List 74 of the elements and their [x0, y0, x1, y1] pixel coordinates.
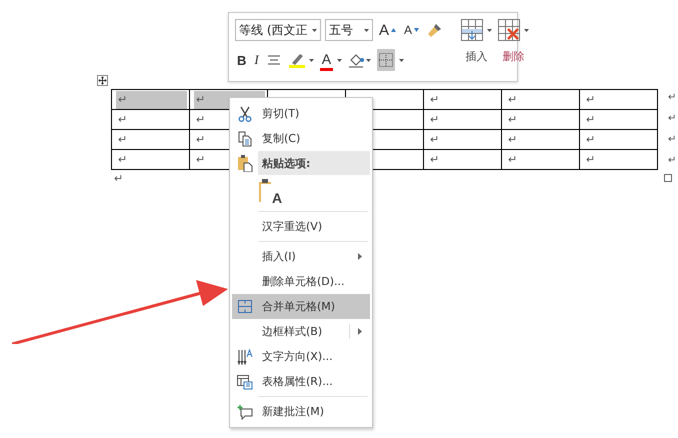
cell-end-mark: ↵	[585, 153, 596, 166]
caret-icon	[399, 58, 404, 62]
new-comment-icon	[237, 404, 253, 420]
cell-end-mark: ↵	[117, 113, 128, 126]
caret-icon	[487, 28, 492, 32]
up-triangle-icon	[391, 28, 396, 32]
menu-item[interactable]: 复制(C)	[232, 126, 370, 151]
insert-table-button[interactable]: 插入	[461, 19, 492, 75]
cell-end-mark: ↵	[507, 153, 518, 166]
cell-end-mark: ↵	[117, 153, 128, 166]
align-center-icon	[266, 54, 281, 66]
cell-end-mark: ↵	[195, 133, 206, 146]
table-resize-handle[interactable]	[664, 174, 672, 182]
italic-button[interactable]: I	[252, 49, 261, 71]
caret-icon	[524, 28, 530, 32]
font-name-dropdown[interactable]: 等线 (西文正	[235, 19, 321, 41]
paste-options-header: 粘贴选项:	[258, 151, 370, 175]
table-delete-icon	[498, 19, 520, 41]
borders-button[interactable]	[377, 49, 396, 71]
caret-icon	[364, 28, 369, 32]
borders-icon	[379, 53, 394, 67]
row-end-mark: ↵	[668, 92, 676, 103]
copy-icon	[237, 130, 253, 146]
cell-end-mark: ↵	[117, 133, 128, 146]
text-direction-icon	[237, 348, 253, 365]
cell-end-mark: ↵	[585, 93, 596, 106]
caret-icon	[337, 58, 342, 62]
menu-item[interactable]: 表格属性(R)...	[232, 369, 370, 394]
menu-item[interactable]: 新建批注(M)	[232, 399, 370, 424]
cell-end-mark: ↵	[195, 153, 206, 166]
paint-bucket-icon	[348, 52, 364, 68]
row-end-mark: ↵	[668, 155, 676, 166]
menu-item[interactable]: 剪切(T)	[232, 101, 370, 126]
caret-icon	[366, 58, 372, 62]
table-properties-icon	[237, 374, 253, 390]
merge-cells-icon	[238, 300, 252, 313]
row-end-mark: ↵	[668, 134, 676, 145]
down-triangle-icon	[414, 28, 420, 32]
cell-end-mark: ↵	[429, 93, 440, 106]
cell-end-mark: ↵	[429, 133, 440, 146]
table-insert-icon	[461, 19, 484, 41]
menu-item[interactable]: 删除单元格(D)...	[232, 269, 370, 294]
cell-end-mark: ↵	[507, 113, 518, 126]
caret-icon	[312, 28, 317, 32]
menu-item[interactable]: 汉字重选(V)	[232, 214, 370, 239]
delete-table-button[interactable]: 删除	[498, 19, 530, 75]
menu-item[interactable]: 插入(I)	[232, 244, 370, 269]
scissors-icon	[237, 106, 253, 122]
cell-end-mark: ↵	[507, 133, 518, 146]
menu-item[interactable]: 边框样式(B)	[232, 319, 370, 344]
paste-icon	[237, 154, 253, 172]
shrink-font-button[interactable]: A	[402, 19, 422, 41]
cell-end-mark: ↵	[195, 113, 206, 126]
cell-end-mark: ↵	[429, 153, 440, 166]
cell-end-mark: ↵	[117, 93, 128, 106]
cell-end-mark: ↵	[195, 93, 206, 106]
bold-button[interactable]: B	[235, 49, 248, 71]
table-move-handle-icon[interactable]	[97, 75, 108, 86]
cell-end-mark: ↵	[585, 133, 596, 146]
cell-end-mark: ↵	[507, 93, 518, 106]
caret-icon	[308, 58, 314, 62]
font-size-dropdown[interactable]: 五号	[325, 19, 373, 41]
cell-end-mark: ↵	[585, 113, 596, 126]
paragraph-mark: ↵	[114, 172, 124, 185]
grow-font-button[interactable]: A	[377, 19, 398, 41]
menu-item[interactable]: 文字方向(X)...	[232, 344, 370, 369]
cell-end-mark: ↵	[429, 113, 440, 126]
menu-item[interactable]: 合并单元格(M)	[232, 294, 370, 319]
font-color-button[interactable]: A	[320, 49, 334, 71]
row-end-mark: ↵	[668, 113, 676, 124]
highlighter-icon	[288, 52, 307, 68]
brush-icon	[427, 22, 444, 38]
keep-text-only-paste-button[interactable]: A	[258, 178, 290, 206]
clipboard-icon	[258, 178, 272, 204]
